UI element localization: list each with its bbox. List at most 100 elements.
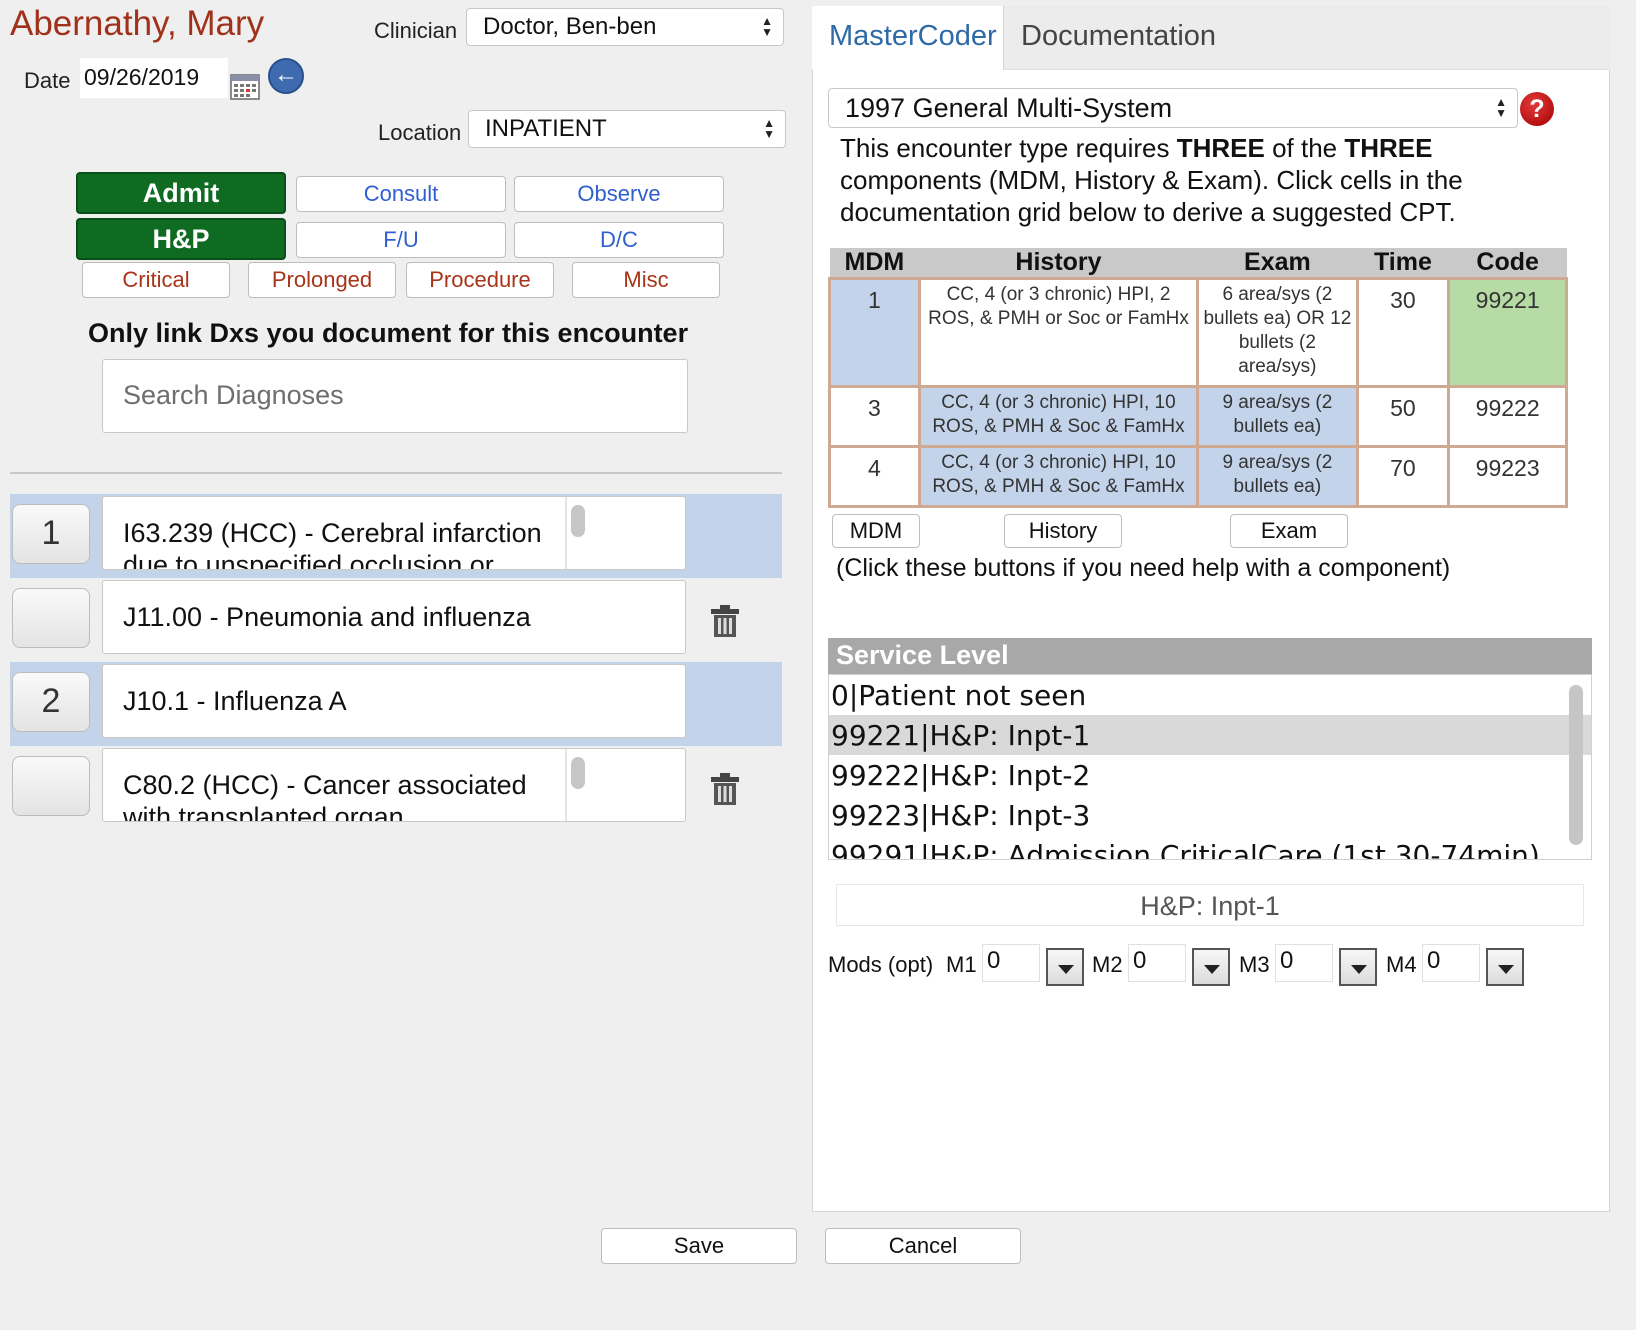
help-note: (Click these buttons if you need help wi… <box>836 554 1451 582</box>
diagnosis-link-button[interactable] <box>12 588 90 648</box>
select-arrows-icon: ▲ ▼ <box>763 116 775 141</box>
clinician-select[interactable]: Doctor, Ben-ben ▲ ▼ <box>466 8 784 46</box>
diagnosis-text: J11.00 - Pneumonia and influenza <box>123 602 531 632</box>
trash-icon[interactable] <box>710 604 740 638</box>
mod-input[interactable]: 0 <box>1275 944 1333 982</box>
location-value: INPATIENT <box>485 115 607 142</box>
diagnosis-row: 2 J10.1 - Influenza A <box>10 662 782 746</box>
mod-label: M4 <box>1386 952 1417 977</box>
service-level-option[interactable]: 99222|H&P: Inpt-2 <box>829 755 1591 795</box>
grid-header-time: Time <box>1357 248 1449 279</box>
grid-header-mdm: MDM <box>829 248 920 279</box>
scrollbar[interactable] <box>1569 685 1583 845</box>
diagnosis-link-button[interactable] <box>12 756 90 816</box>
diagnosis-box[interactable]: I63.239 (HCC) - Cerebral infarction due … <box>102 496 686 570</box>
instructions-text: This encounter type requires THREE of th… <box>840 133 1463 227</box>
procedure-button[interactable]: Procedure <box>406 262 554 298</box>
diagnosis-box[interactable]: J10.1 - Influenza A <box>102 664 686 738</box>
clinician-label: Clinician <box>374 18 458 43</box>
prolonged-button[interactable]: Prolonged <box>248 262 396 298</box>
trash-icon[interactable] <box>710 772 740 806</box>
diagnosis-link-button[interactable]: 2 <box>12 672 90 732</box>
observe-button[interactable]: Observe <box>514 176 724 212</box>
tab-mastercoder[interactable]: MasterCoder <box>812 6 1004 70</box>
scrollbar-track <box>565 497 567 569</box>
date-label: Date <box>24 68 71 93</box>
exam-system-select[interactable]: 1997 General Multi-System ▲ ▼ <box>828 88 1518 128</box>
mod-input[interactable]: 0 <box>1128 944 1186 982</box>
save-button[interactable]: Save <box>601 1228 797 1264</box>
grid-cell-code[interactable]: 99222 <box>1447 385 1568 448</box>
grid-cell-time[interactable]: 50 <box>1355 385 1451 448</box>
grid-cell-time[interactable]: 70 <box>1355 445 1451 508</box>
mod-input[interactable]: 0 <box>982 944 1040 982</box>
grid-header-exam: Exam <box>1197 248 1358 279</box>
critical-button[interactable]: Critical <box>82 262 230 298</box>
dropdown-arrow-icon[interactable] <box>1192 948 1230 986</box>
diagnoses-heading: Only link Dxs you document for this enco… <box>88 318 689 348</box>
grid-cell-mdm[interactable]: 1 <box>828 277 921 388</box>
mod-label: M3 <box>1239 952 1270 977</box>
diagnosis-link-button[interactable]: 1 <box>12 504 90 564</box>
service-level-option[interactable]: 99223|H&P: Inpt-3 <box>829 795 1591 835</box>
mod-label: M2 <box>1092 952 1123 977</box>
service-level-option-selected[interactable]: 99221|H&P: Inpt-1 <box>829 715 1591 755</box>
grid-cell-code[interactable]: 99221 <box>1447 277 1568 388</box>
diagnosis-row: J11.00 - Pneumonia and influenza <box>10 578 782 662</box>
grid-cell-history[interactable]: CC, 4 (or 3 chronic) HPI, 10 ROS, & PMH … <box>917 385 1200 448</box>
diagnosis-box[interactable]: J11.00 - Pneumonia and influenza <box>102 580 686 654</box>
mod-input[interactable]: 0 <box>1422 944 1480 982</box>
grid-cell-exam[interactable]: 9 area/sys (2 bullets ea) <box>1196 445 1359 508</box>
mods-label: Mods (opt) <box>828 952 934 977</box>
search-diagnoses-input[interactable]: Search Diagnoses <box>102 359 688 433</box>
location-label: Location <box>378 120 462 145</box>
selected-service-display: H&P: Inpt-1 <box>836 884 1584 926</box>
cancel-button[interactable]: Cancel <box>825 1228 1021 1264</box>
tab-documentation[interactable]: Documentation <box>1004 6 1233 70</box>
mdm-help-button[interactable]: MDM <box>832 514 920 548</box>
scrollbar[interactable] <box>571 505 585 537</box>
diagnosis-row: C80.2 (HCC) - Cancer associated with tra… <box>10 746 782 830</box>
grid-cell-exam[interactable]: 9 area/sys (2 bullets ea) <box>1196 385 1359 448</box>
grid-header-history: History <box>919 248 1198 279</box>
help-icon[interactable]: ? <box>1520 92 1554 126</box>
calendar-icon[interactable] <box>230 72 260 100</box>
grid-cell-history[interactable]: CC, 4 (or 3 chronic) HPI, 2 ROS, & PMH o… <box>917 277 1200 388</box>
consult-button[interactable]: Consult <box>296 176 506 212</box>
select-arrows-icon: ▲ ▼ <box>1495 95 1507 120</box>
dropdown-arrow-icon[interactable] <box>1046 948 1084 986</box>
admit-button[interactable]: Admit <box>76 172 286 214</box>
service-level-option[interactable]: 99291|H&P: Admission CriticalCare (1st 3… <box>829 835 1591 859</box>
date-input[interactable]: 09/26/2019 <box>80 58 228 98</box>
service-level-list[interactable]: 0|Patient not seen 99221|H&P: Inpt-1 992… <box>828 674 1592 860</box>
history-help-button[interactable]: History <box>1004 514 1122 548</box>
grid-cell-mdm[interactable]: 3 <box>828 385 921 448</box>
diagnosis-text: C80.2 (HCC) - Cancer associated with tra… <box>123 770 527 822</box>
grid-cell-exam[interactable]: 6 area/sys (2 bullets ea) OR 12 bullets … <box>1196 277 1359 388</box>
select-arrows-icon: ▲ ▼ <box>761 14 773 39</box>
grid-row: 4 CC, 4 (or 3 chronic) HPI, 10 ROS, & PM… <box>828 445 1568 508</box>
dropdown-arrow-icon[interactable] <box>1339 948 1377 986</box>
diagnosis-row: 1 I63.239 (HCC) - Cerebral infarction du… <box>10 494 782 578</box>
hp-button[interactable]: H&P <box>76 218 286 260</box>
fu-button[interactable]: F/U <box>296 222 506 258</box>
divider <box>10 472 782 474</box>
scrollbar[interactable] <box>571 757 585 789</box>
clinician-value: Doctor, Ben-ben <box>483 13 657 40</box>
diagnosis-box[interactable]: C80.2 (HCC) - Cancer associated with tra… <box>102 748 686 822</box>
grid-cell-mdm[interactable]: 4 <box>828 445 921 508</box>
grid-header-code: Code <box>1448 248 1567 279</box>
grid-cell-history[interactable]: CC, 4 (or 3 chronic) HPI, 10 ROS, & PMH … <box>917 445 1200 508</box>
service-level-option[interactable]: 0|Patient not seen <box>829 675 1591 715</box>
grid-row: 1 CC, 4 (or 3 chronic) HPI, 2 ROS, & PMH… <box>828 277 1568 388</box>
dropdown-arrow-icon[interactable] <box>1486 948 1524 986</box>
grid-row: 3 CC, 4 (or 3 chronic) HPI, 10 ROS, & PM… <box>828 385 1568 448</box>
dc-button[interactable]: D/C <box>514 222 724 258</box>
misc-button[interactable]: Misc <box>572 262 720 298</box>
diagnosis-text: J10.1 - Influenza A <box>123 686 347 716</box>
grid-cell-time[interactable]: 30 <box>1355 277 1451 388</box>
exam-help-button[interactable]: Exam <box>1230 514 1348 548</box>
location-select[interactable]: INPATIENT ▲ ▼ <box>468 110 786 148</box>
grid-cell-code[interactable]: 99223 <box>1447 445 1568 508</box>
back-arrow-icon[interactable]: ← <box>268 58 304 94</box>
